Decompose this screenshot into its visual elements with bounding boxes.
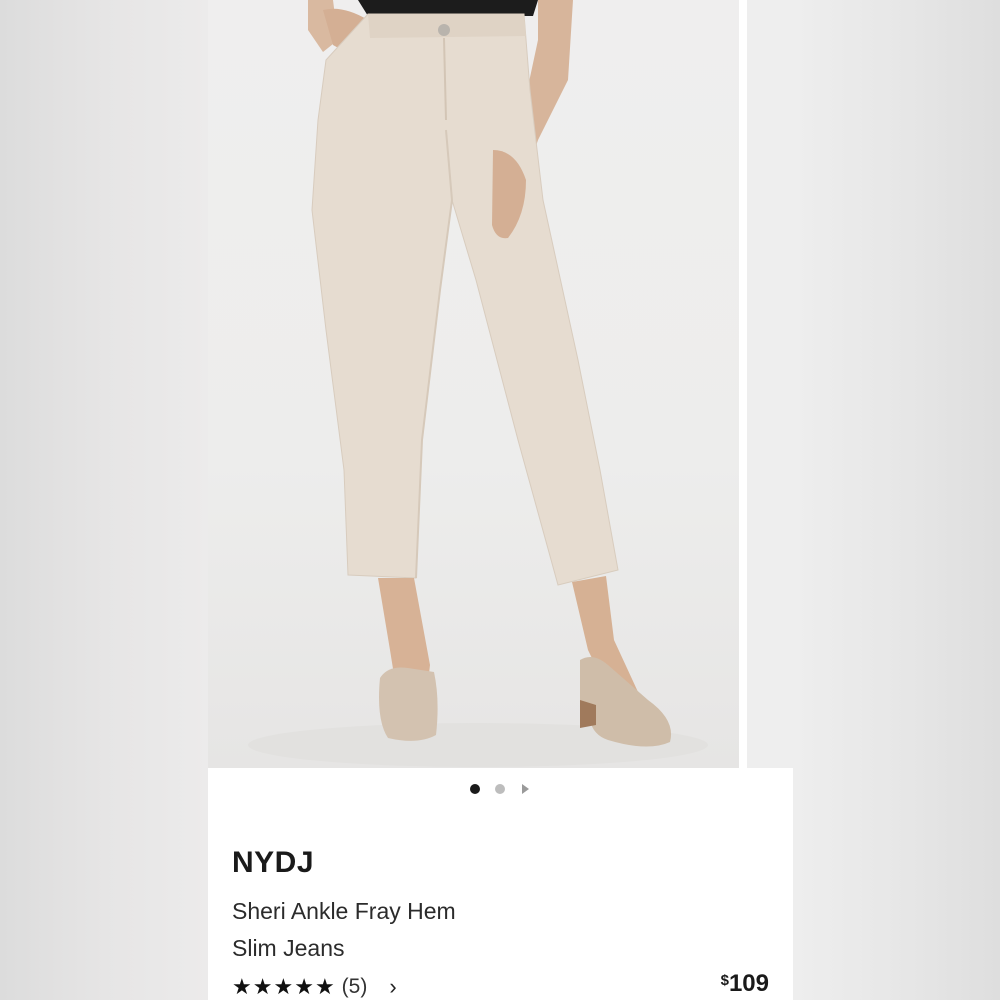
star-rating: ★ ★ ★ ★ ★ xyxy=(232,972,336,1000)
pagination-dot[interactable] xyxy=(495,784,505,794)
product-photo xyxy=(248,0,708,767)
price: $109 xyxy=(721,970,769,998)
price-value: 109 xyxy=(728,970,769,997)
carousel-pagination xyxy=(208,782,793,796)
pagination-next-icon[interactable] xyxy=(522,784,529,794)
pagination-dot-active[interactable] xyxy=(470,784,480,794)
brand-name[interactable]: NYDJ xyxy=(232,846,314,880)
background-blur-left xyxy=(0,0,208,1000)
product-title-line-2: Slim Jeans xyxy=(232,935,345,961)
product-title-line-1: Sheri Ankle Fray Hem xyxy=(232,898,456,924)
chevron-right-icon[interactable]: › xyxy=(389,972,396,1000)
product-image[interactable] xyxy=(208,0,739,768)
star-icon: ★ xyxy=(314,974,335,999)
review-count: (5) xyxy=(341,975,368,998)
next-slide-preview[interactable] xyxy=(747,0,793,768)
rating-summary[interactable]: ★ ★ ★ ★ ★ (5) › xyxy=(232,972,397,1000)
price-currency: $ xyxy=(720,972,729,989)
product-title: Sheri Ankle Fray Hem Slim Jeans xyxy=(232,893,612,967)
star-icon: ★ xyxy=(232,974,252,999)
star-icon: ★ xyxy=(273,974,294,999)
star-icon: ★ xyxy=(294,974,314,999)
background-blur-right xyxy=(793,0,1000,1000)
product-card: NYDJ Sheri Ankle Fray Hem Slim Jeans ★ ★… xyxy=(208,0,793,1000)
star-icon: ★ xyxy=(252,974,273,999)
image-carousel[interactable] xyxy=(208,0,793,768)
